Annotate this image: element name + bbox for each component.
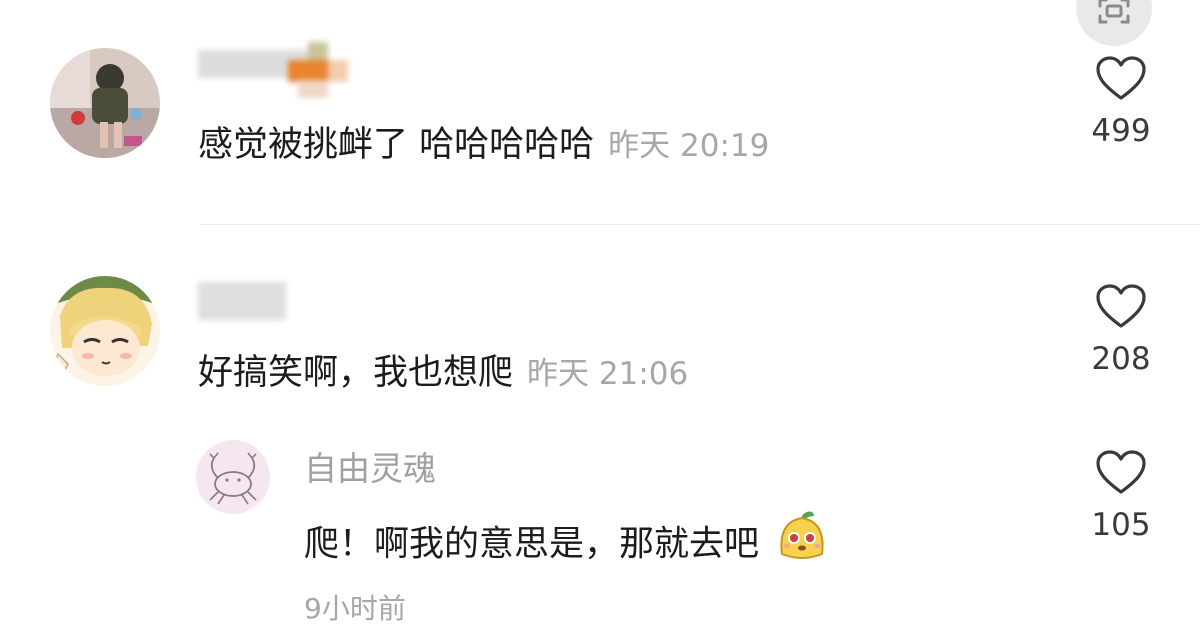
avatar[interactable] <box>196 440 270 514</box>
blurred-username <box>198 42 348 100</box>
like-button[interactable]: 105 <box>1066 450 1176 541</box>
heart-outline-icon <box>1096 450 1146 494</box>
sticker-emoji-icon <box>774 508 830 569</box>
comment-text[interactable]: 感觉被挑衅了 哈哈哈哈哈 昨天 20:19 <box>198 128 769 163</box>
comment-time: 昨天 21:06 <box>527 356 689 392</box>
heart-outline-icon <box>1096 284 1146 328</box>
divider <box>200 224 1200 225</box>
like-button[interactable]: 499 <box>1066 56 1176 147</box>
comment-text[interactable]: 好搞笑啊，我也想爬 昨天 21:06 <box>198 356 688 391</box>
reply-time: 9小时前 <box>304 592 406 625</box>
reply-text[interactable]: 爬！啊我的意思是，那就去吧 <box>304 511 830 569</box>
comment-body: 感觉被挑衅了 哈哈哈哈哈 <box>198 125 595 165</box>
reply-username[interactable]: 自由灵魂 <box>304 452 436 485</box>
avatar[interactable] <box>50 276 160 386</box>
like-count: 208 <box>1091 341 1151 377</box>
fullscreen-button[interactable] <box>1076 0 1152 46</box>
avatar[interactable] <box>50 48 160 158</box>
comment-body: 好搞笑啊，我也想爬 <box>198 353 514 393</box>
comment-time: 昨天 20:19 <box>608 128 770 164</box>
fullscreen-icon <box>1098 0 1130 24</box>
like-count: 105 <box>1091 507 1151 543</box>
like-count: 499 <box>1091 113 1151 149</box>
blurred-username <box>198 282 294 322</box>
heart-outline-icon <box>1096 56 1146 100</box>
reply-body: 爬！啊我的意思是，那就去吧 <box>304 524 760 565</box>
like-button[interactable]: 208 <box>1066 284 1176 375</box>
